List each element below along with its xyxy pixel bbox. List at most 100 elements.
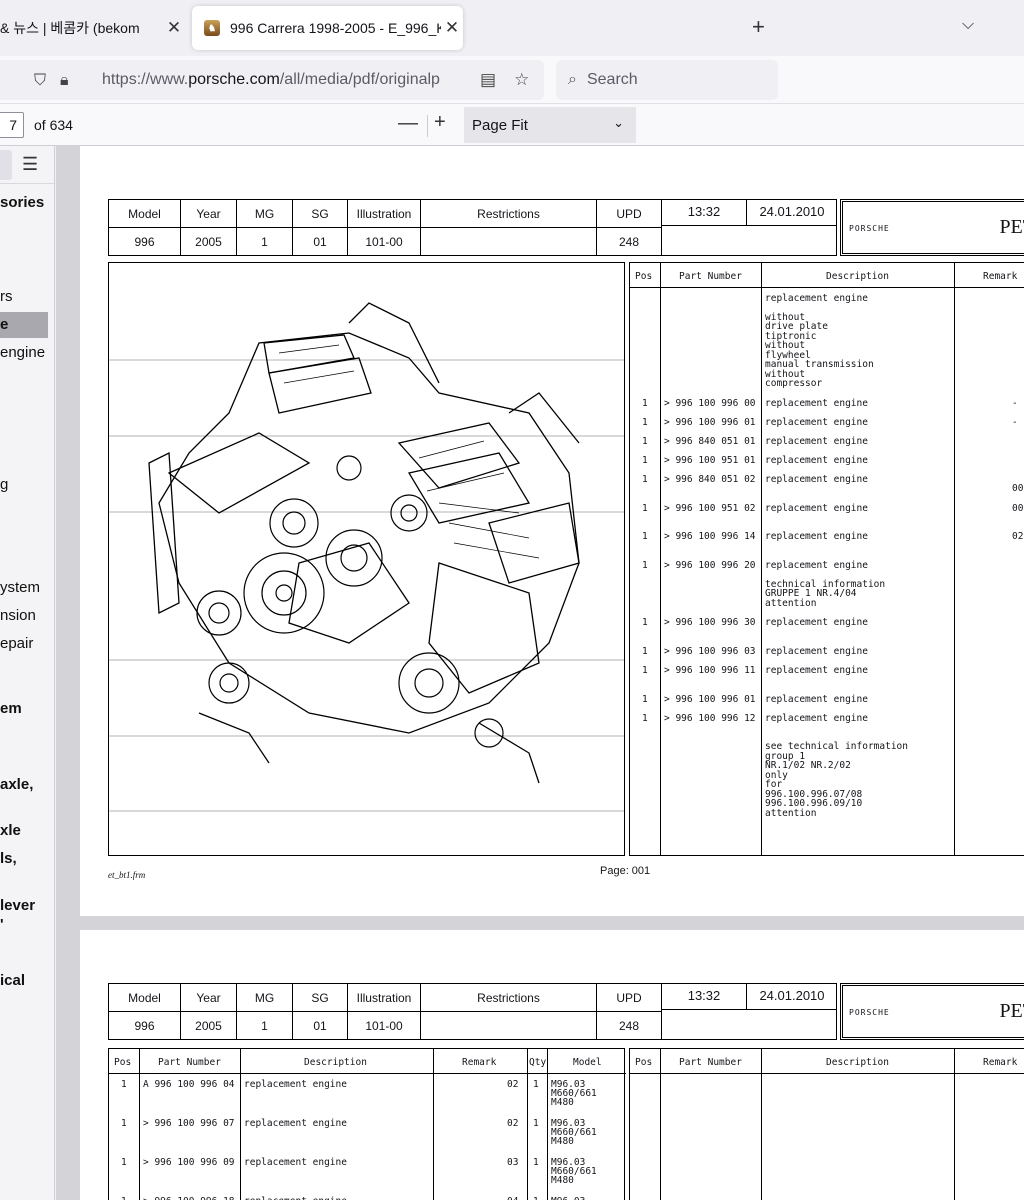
tab-title: & 뉴스 | 베콤카 (bekom bbox=[0, 20, 140, 36]
outline-item[interactable]: axle, bbox=[0, 776, 33, 793]
outline-item[interactable]: nsion bbox=[0, 607, 36, 624]
tab-title: 996 Carrera 1998-2005 - E_996_K bbox=[230, 20, 441, 36]
close-tab-icon[interactable]: ✕ bbox=[441, 18, 463, 38]
cell-desc: replacement engine bbox=[765, 293, 868, 304]
header-label: Year bbox=[180, 983, 237, 1012]
column-divider bbox=[761, 1049, 762, 1200]
header-value: 1 bbox=[236, 227, 293, 256]
cell-part: > 996 840 051 01 bbox=[664, 436, 756, 447]
bookmark-star-icon[interactable]: ☆ bbox=[514, 70, 529, 90]
page-count: of 634 bbox=[34, 117, 73, 133]
cell-remark: 00- bbox=[1012, 503, 1024, 514]
pdf-viewer[interactable]: Model Year MG SG Illustration Restrictio… bbox=[56, 146, 1024, 1200]
header-time: 13:32 bbox=[662, 984, 747, 1010]
outline-item[interactable]: g bbox=[0, 476, 8, 493]
porsche-logo-text: PORSCHE bbox=[849, 1008, 890, 1017]
outline-item[interactable]: engine bbox=[0, 344, 45, 361]
cell-model: M480 bbox=[551, 1097, 574, 1108]
header-value bbox=[420, 227, 597, 256]
lock-icon[interactable]: 🔒︎ bbox=[60, 72, 69, 90]
outline-list-icon[interactable]: ☰ bbox=[22, 154, 38, 175]
tab-bekomcar[interactable]: & 뉴스 | 베콤카 (bekom ✕ bbox=[0, 6, 185, 50]
header-label: UPD bbox=[596, 199, 662, 228]
header-label: SG bbox=[292, 199, 348, 228]
cell-remark: - bbox=[1012, 417, 1018, 428]
outline-item[interactable]: ls, bbox=[0, 850, 17, 867]
shield-icon[interactable]: ⛉ bbox=[34, 72, 46, 90]
cell-desc: attention bbox=[765, 598, 817, 609]
sheet-header-table: Model Year MG SG Illustration Restrictio… bbox=[108, 199, 662, 256]
outline-item[interactable]: epair bbox=[0, 635, 33, 652]
outline-item[interactable]: ystem bbox=[0, 579, 40, 596]
column-header-description: Description bbox=[826, 1057, 889, 1068]
cell-part: > 996 100 996 14 bbox=[664, 531, 756, 542]
cell-pos: 1 bbox=[642, 455, 648, 466]
table-row: 1 > 996 840 051 01 replacement engine bbox=[630, 436, 1024, 448]
outline-item[interactable]: lever bbox=[0, 897, 35, 914]
search-box[interactable]: ⌕ Search bbox=[556, 60, 778, 100]
chevron-down-icon[interactable]: ⌵ bbox=[962, 16, 974, 34]
time-date-box: 13:32 24.01.2010 bbox=[661, 199, 837, 256]
header-label: Restrictions bbox=[420, 199, 597, 228]
cell-pos: 1 bbox=[642, 713, 648, 724]
cell-pos: 1 bbox=[642, 417, 648, 428]
cell-desc: replacement engine bbox=[244, 1196, 347, 1200]
header-value: 101-00 bbox=[347, 227, 421, 256]
cell-desc: replacement engine bbox=[765, 503, 868, 514]
header-label: Illustration bbox=[347, 983, 421, 1012]
cell-part: > 996 100 996 03 bbox=[664, 646, 756, 657]
zoom-in-button[interactable]: + bbox=[434, 111, 446, 134]
url-bar[interactable]: ⛉ 🔒︎ https://www.porsche.com/all/media/p… bbox=[0, 60, 544, 100]
header-value bbox=[420, 1011, 597, 1040]
cell-part: > 996 100 951 01 bbox=[664, 455, 756, 466]
url-prefix: https://www. bbox=[102, 71, 189, 88]
outline-item[interactable]: ical bbox=[0, 972, 25, 989]
table-row: 1 > 996 100 996 30 replacement engine bbox=[630, 617, 1024, 629]
table-row: 1 > 996 100 996 20 replacement engine bbox=[630, 560, 1024, 572]
zoom-out-button[interactable]: — bbox=[398, 112, 418, 135]
column-header-part-number: Part Number bbox=[679, 1057, 742, 1068]
outline-item[interactable]: xle bbox=[0, 822, 21, 839]
zoom-select[interactable]: Page Fit ⌄ bbox=[464, 107, 636, 143]
header-divider bbox=[630, 1073, 1024, 1074]
column-header-pos: Pos bbox=[114, 1057, 132, 1068]
outline-item[interactable]: em bbox=[0, 700, 22, 717]
footer-form-id: et_bt1.frm bbox=[108, 870, 146, 880]
cell-part: A 996 100 996 04 bbox=[143, 1079, 235, 1090]
header-divider bbox=[109, 1073, 626, 1074]
column-divider bbox=[954, 1049, 955, 1200]
cell-part: > 996 100 996 00 bbox=[664, 398, 756, 409]
engine-drawing bbox=[109, 302, 624, 812]
tab-porsche-pdf[interactable]: ♞ 996 Carrera 1998-2005 - E_996_K ✕ bbox=[192, 6, 463, 50]
parts-table-right: Pos Part Number Description Remark bbox=[629, 1048, 1024, 1200]
header-value: 01 bbox=[292, 1011, 348, 1040]
cell-desc: replacement engine bbox=[765, 617, 868, 628]
brand-box: PORSCHE PET bbox=[840, 199, 1024, 256]
pet-label: PET bbox=[999, 1000, 1024, 1022]
url-text[interactable]: https://www.porsche.com/all/media/pdf/or… bbox=[102, 71, 462, 89]
reader-view-icon[interactable]: ▤ bbox=[480, 70, 496, 90]
cell-part: > 996 100 951 02 bbox=[664, 503, 756, 514]
table-row: 1 > 996 100 996 18 replacement engine 04 1 M9… bbox=[109, 1196, 626, 1200]
close-tab-icon[interactable]: ✕ bbox=[163, 18, 185, 38]
url-domain: porsche.com bbox=[188, 71, 280, 88]
page-number-input[interactable]: 7 bbox=[0, 112, 24, 138]
cell-pos: 1 bbox=[121, 1157, 127, 1168]
header-value: 248 bbox=[596, 1011, 662, 1040]
zoom-label: Page Fit bbox=[472, 116, 528, 134]
header-value: 996 bbox=[108, 227, 181, 256]
cell-desc: compressor bbox=[765, 378, 823, 389]
cell-model: M480 bbox=[551, 1136, 574, 1147]
outline-item[interactable]: ' bbox=[0, 916, 4, 933]
table-row: 1 > 996 100 996 09 replacement engine 03 1 M9… bbox=[109, 1157, 626, 1193]
outline-item[interactable]: sories bbox=[0, 194, 44, 211]
header-label: Model bbox=[108, 983, 181, 1012]
new-tab-icon[interactable]: + bbox=[752, 14, 765, 40]
table-row: 1 > 996 100 996 03 replacement engine bbox=[630, 646, 1024, 658]
table-row: 1 > 996 100 996 14 replacement engine 02- bbox=[630, 531, 1024, 543]
outline-item[interactable]: rs bbox=[0, 288, 13, 305]
thumbnails-button[interactable] bbox=[0, 150, 12, 180]
cell-qty: 1 bbox=[533, 1196, 539, 1200]
header-value: 101-00 bbox=[347, 1011, 421, 1040]
outline-item[interactable]: e bbox=[0, 312, 48, 338]
